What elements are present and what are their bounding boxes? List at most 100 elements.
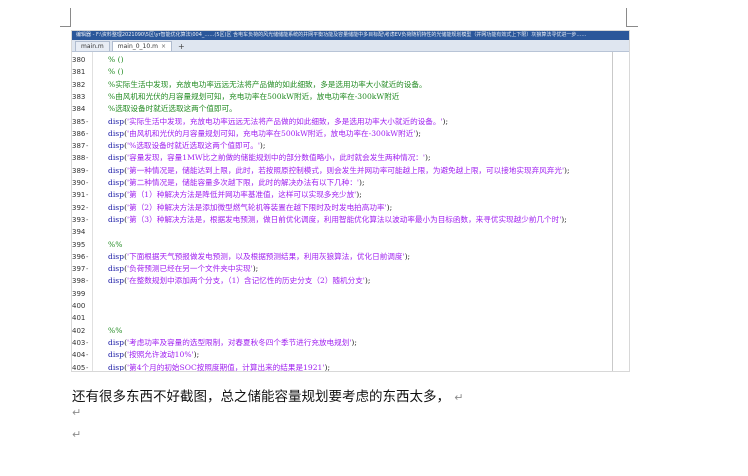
code-line[interactable]: 396- disp('下面根据天气预报做发电预测，以及根据预测结果，利用灰狼算法，… <box>72 251 629 263</box>
code-keyword: disp <box>108 251 125 261</box>
code-line[interactable]: 402%% <box>72 325 629 337</box>
line-number: 401 <box>72 314 86 323</box>
empty-paragraph-mark-icon: ↵ <box>72 428 82 441</box>
code-line[interactable]: 388- disp('容量发现，容量1MW比之前做的储能规划中的部分数值略小，此时… <box>72 152 629 164</box>
breakpoint-marker[interactable]: - <box>86 337 88 349</box>
code-punctuation: ); <box>359 178 365 187</box>
breakpoint-marker[interactable]: - <box>86 263 88 275</box>
line-number: 381 <box>72 68 86 77</box>
code-line[interactable]: 403- disp('考虑功率及容量的选型限制，对春夏秋冬四个季节进行充放电规划'… <box>72 337 629 349</box>
breakpoint-marker[interactable]: - <box>86 116 88 128</box>
code-line[interactable]: 391- disp('第（1）种解决方法是降低并网功率基准值，这样可以实现多充少放… <box>72 189 629 201</box>
code-keyword: disp <box>108 178 125 187</box>
paragraph-mark-icon: ↵ <box>454 391 464 404</box>
code-line[interactable]: 395%% <box>72 239 629 251</box>
code-keyword: disp <box>108 165 125 175</box>
code-line[interactable]: 383 %由风机和光伏的月容量规划可知，充电功率在500kW附近，放电功率在-30… <box>72 91 629 103</box>
code-text: disp('由风机和光伏的月容量规划可知，充电功率在500kW附近，放电功率在-… <box>108 128 421 140</box>
code-text: disp('下面根据天气预报做发电预测，以及根据预测结果，利用灰狼算法，优化日前… <box>108 251 410 263</box>
breakpoint-marker[interactable]: - <box>86 128 88 140</box>
line-number: 397 <box>72 265 86 274</box>
code-keyword: disp <box>108 202 125 212</box>
code-line[interactable]: 392- disp('第（2）种解决方法是添加微型燃气轮机等装置在越下限时及时发电… <box>72 202 629 214</box>
code-comment: %% <box>108 239 123 249</box>
code-line[interactable]: 405- disp('第4个月的初始SOC按照度期值，计算出来的结果是1921')… <box>72 362 629 372</box>
line-number: 395 <box>72 240 86 249</box>
line-number: 380 <box>72 56 86 64</box>
code-punctuation: ); <box>259 141 266 151</box>
line-number: 386 <box>72 129 86 138</box>
code-line[interactable]: 389- disp('第一种情况是，储能达到上限，此时，若按照原控制模式，则会发生… <box>72 165 629 177</box>
line-number: 389 <box>72 166 86 175</box>
breakpoint-marker[interactable]: - <box>86 189 88 201</box>
code-text: %由风机和光伏的月容量规划可知，充电功率在500kW附近，放电功率在-300kW… <box>108 91 399 103</box>
breakpoint-marker[interactable]: - <box>86 275 88 287</box>
breakpoint-marker[interactable]: - <box>86 214 88 226</box>
close-icon[interactable]: × <box>161 42 166 51</box>
code-line[interactable]: 386- disp('由风机和光伏的月容量规划可知，充电功率在500kW附近，放电… <box>72 128 629 140</box>
code-punctuation: ); <box>252 264 259 274</box>
breakpoint-marker[interactable]: - <box>86 140 88 152</box>
line-number: 384 <box>72 105 86 114</box>
code-text: disp('第一种情况是，储能达到上限，此时，若按照原控制模式，则会发生并网功率… <box>108 165 570 177</box>
breakpoint-marker[interactable]: - <box>86 152 88 164</box>
code-punctuation: ); <box>364 276 371 286</box>
code-text: disp('按照允许波动10%'); <box>108 349 199 361</box>
code-line[interactable]: 385- disp('实际生活中发现，充放电功率远远无法将产品做的如此细致，多是选… <box>72 116 629 128</box>
code-string: '第（1）种解决方法是降低并网功率基准值，这样可以实现多充少放' <box>127 190 357 200</box>
code-punctuation: ); <box>193 350 200 360</box>
breakpoint-marker[interactable]: - <box>86 165 88 177</box>
code-line[interactable]: 381 % () <box>72 66 629 78</box>
breakpoint-marker[interactable]: - <box>86 251 88 263</box>
code-punctuation: ); <box>386 202 393 212</box>
document-paragraph[interactable]: 还有很多东西不好截图，总之储能容量规划要考虑的东西太多， ↵ <box>72 385 464 405</box>
code-area[interactable]: 380 % () 381 % () 382 %实际生活中发现，充放电功率远远无法将产品做的… <box>72 52 629 371</box>
code-line[interactable]: 393- disp('第（3）种解决方法是，根据发电预测，做日前优化调度，利用智能… <box>72 214 629 226</box>
editor-tab-bar: main.m main_0_10.m × + <box>72 40 629 52</box>
code-line[interactable]: 400 <box>72 300 629 312</box>
line-number: 392 <box>72 203 86 212</box>
tab-main-0-10[interactable]: main_0_10.m × <box>111 41 172 51</box>
code-punctuation: ); <box>415 128 421 138</box>
code-text: disp('考虑功率及容量的选型限制，对春夏秋冬四个季节进行充放电规划'); <box>108 337 357 349</box>
code-line[interactable]: 382 %实际生活中发现，充放电功率远远无法将产品做的如此细致，多是选用功率大小就… <box>72 79 629 91</box>
code-text: disp('在整数规划中添加两个分支，（1）含记忆性的历史分支（2）随机分支')… <box>108 275 370 287</box>
code-line[interactable]: 404- disp('按照允许波动10%'); <box>72 349 629 361</box>
code-text: disp('%选取设备时就近选取这两个值即可。'); <box>108 140 265 152</box>
code-punctuation: ); <box>564 165 570 175</box>
editor-title-bar: 编辑器 - F:\资料整理2021090\5区\yr智能优化算法\004_……(… <box>72 31 629 40</box>
tab-label: main.m <box>81 43 104 50</box>
code-keyword: disp <box>108 153 125 163</box>
tab-main[interactable]: main.m <box>75 41 110 51</box>
code-line[interactable]: 399 <box>72 288 629 300</box>
code-line[interactable]: 387- disp('%选取设备时就近选取这两个值即可。'); <box>72 140 629 152</box>
code-string: '负荷预测已经在另一个文件夹中实现' <box>127 264 253 274</box>
breakpoint-marker[interactable]: - <box>86 349 88 361</box>
code-line[interactable]: 394 <box>72 226 629 238</box>
code-string: '按照允许波动10%' <box>127 350 194 360</box>
code-line[interactable]: 397- disp('负荷预测已经在另一个文件夹中实现'); <box>72 263 629 275</box>
code-text: disp('容量发现，容量1MW比之前做的储能规划中的部分数值略小，此时就会发生… <box>108 152 431 164</box>
code-line[interactable]: 398- disp('在整数规划中添加两个分支，（1）含记忆性的历史分支（2）随机… <box>72 275 629 287</box>
code-text: %% <box>108 239 122 251</box>
empty-paragraph-mark-icon: ↵ <box>72 406 82 419</box>
page-corner-mark <box>70 8 71 26</box>
code-comment: % () <box>108 55 124 64</box>
breakpoint-marker[interactable]: - <box>86 202 88 214</box>
breakpoint-marker[interactable]: - <box>86 362 88 372</box>
line-number: 382 <box>72 80 86 89</box>
breakpoint-marker[interactable]: - <box>86 177 88 189</box>
code-line[interactable]: 380 % () <box>72 54 629 66</box>
editor-screenshot: 编辑器 - F:\资料整理2021090\5区\yr智能优化算法\004_……(… <box>72 31 629 371</box>
code-punctuation: ); <box>561 214 567 224</box>
code-keyword: disp <box>108 214 125 224</box>
add-tab-button[interactable]: + <box>174 42 189 51</box>
code-text: disp('实际生活中发现，充放电功率远远无法将产品做的如此细致，多是选用功率大… <box>108 116 448 128</box>
code-line[interactable]: 401 <box>72 312 629 324</box>
code-line[interactable]: 384 %选取设备时就近选取这两个值即可。 <box>72 103 629 115</box>
code-line[interactable]: 390- disp('第二种情况是，储能容量多次越下限，此时的解决办法有以下几种：… <box>72 177 629 189</box>
code-keyword: disp <box>108 141 125 151</box>
code-text: % () <box>108 66 124 78</box>
line-number: 388 <box>72 154 86 163</box>
code-string: '由风机和光伏的月容量规划可知，充电功率在500kW附近，放电功率在-300kW… <box>127 128 416 138</box>
